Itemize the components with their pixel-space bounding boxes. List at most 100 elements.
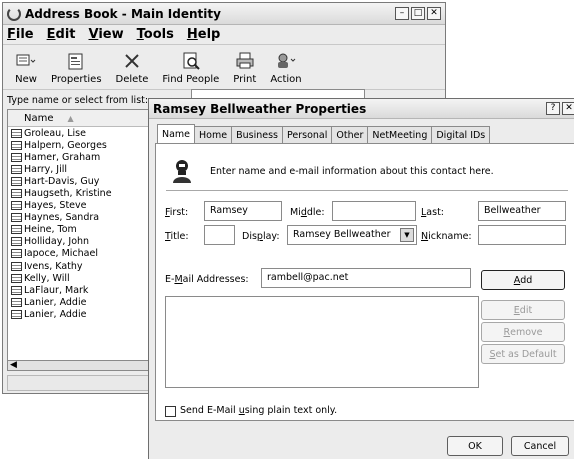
horizontal-scrollbar[interactable]: ◀ [7,360,157,371]
delete-icon [121,51,143,71]
menu-edit[interactable]: Edit [47,27,76,42]
contact-list-item[interactable]: Hamer, Graham [8,151,156,163]
dialog-titlebar[interactable]: Ramsey Bellweather Properties ? ✕ [149,99,574,119]
contact-card-icon [11,237,22,247]
plain-text-checkbox[interactable] [165,406,176,417]
tab-netmeeting[interactable]: NetMeeting [367,126,433,143]
title-label: Title: [165,231,189,242]
remove-email-button[interactable]: Remove [481,322,565,342]
tab-digital-ids[interactable]: Digital IDs [431,126,491,143]
contact-list-item[interactable]: Kelly, Will [8,272,156,284]
contact-name: Kelly, Will [24,272,70,284]
ok-button[interactable]: OK [447,436,503,456]
contact-list-item[interactable]: Ivens, Kathy [8,260,156,272]
properties-button[interactable]: Properties [51,51,102,85]
contact-name: Ivens, Kathy [24,260,83,272]
contact-list-item[interactable]: Lanier, Addie [8,296,156,308]
contact-list-item[interactable]: Hart-Davis, Guy [8,175,156,187]
print-button[interactable]: Print [233,51,256,85]
add-email-button[interactable]: Add [481,270,565,290]
tab-home[interactable]: Home [194,126,233,143]
email-input[interactable]: rambell@pac.net [261,268,471,288]
scroll-left-icon[interactable]: ◀ [10,360,17,370]
address-book-app-icon [7,6,21,21]
name-tab-panel: Enter name and e-mail information about … [155,143,574,421]
minimize-icon[interactable]: – [395,7,409,20]
contact-card-icon [11,249,22,259]
plain-text-label: Send E-Mail using plain text only. [180,405,338,416]
display-select[interactable]: Ramsey Bellweather ▼ [287,225,417,245]
contact-list-item[interactable]: Haugseth, Kristine [8,187,156,199]
address-book-title: Address Book - Main Identity [25,6,221,21]
dialog-close-icon[interactable]: ✕ [562,102,574,115]
first-name-field[interactable]: Ramsey [204,201,282,221]
tab-other[interactable]: Other [331,126,369,143]
title-field[interactable] [204,225,235,245]
contact-name: LaFlaur, Mark [24,284,89,296]
contact-card-icon [11,189,22,199]
menu-help[interactable]: Help [187,27,220,42]
contact-list-item[interactable]: Haynes, Sandra [8,212,156,224]
contact-list-item[interactable]: Hayes, Steve [8,200,156,212]
address-book-titlebar[interactable]: Address Book - Main Identity – □ ✕ [3,3,445,25]
new-button[interactable]: New [15,51,37,85]
email-addresses-label: E-Mail Addresses: [165,274,249,285]
middle-name-field[interactable] [332,201,416,221]
contact-list[interactable]: Name ▲ Groleau, Lise Halpern, Georges Hame… [7,109,157,371]
action-button[interactable]: Action [270,51,302,85]
new-contact-icon [15,51,37,71]
nickname-field[interactable] [478,225,566,245]
contact-name: Holliday, John [24,236,90,248]
contact-list-item[interactable]: Groleau, Lise [8,127,156,139]
menu-file[interactable]: File [7,27,34,42]
menubar: File Edit View Tools Help [3,25,445,44]
tab-name[interactable]: Name [157,124,196,143]
contact-card-icon [11,164,22,174]
contact-card-icon [11,273,22,283]
email-address-list[interactable] [165,296,479,388]
contact-list-item[interactable]: Harry, Jill [8,163,156,175]
contact-card-icon [11,140,22,150]
contact-name: Haugseth, Kristine [24,188,112,200]
contact-card-icon [11,152,22,162]
printer-icon [234,51,256,71]
sort-arrow-icon: ▲ [67,113,74,123]
tab-strip: Name Home Business Personal Other NetMee… [157,124,491,143]
contact-list-item[interactable]: Holliday, John [8,236,156,248]
maximize-icon[interactable]: □ [411,7,425,20]
set-as-default-button[interactable]: Set as Default [481,344,565,364]
contact-name: Hart-Davis, Guy [24,175,100,187]
tab-business[interactable]: Business [231,126,283,143]
help-icon[interactable]: ? [546,102,560,115]
properties-dialog: Ramsey Bellweather Properties ? ✕ Name H… [148,98,574,459]
contact-name: Haynes, Sandra [24,212,100,224]
last-name-field[interactable]: Bellweather [478,201,566,221]
dialog-title: Ramsey Bellweather Properties [153,101,367,116]
contact-card-icon [11,285,22,295]
contact-list-item[interactable]: Iapoce, Michael [8,248,156,260]
tab-personal[interactable]: Personal [282,126,333,143]
name-column-header[interactable]: Name ▲ [8,110,156,127]
contact-list-item[interactable]: Heine, Tom [8,224,156,236]
delete-button[interactable]: Delete [116,51,148,85]
first-label: First: [165,207,189,218]
contact-card-icon [11,309,22,319]
contact-list-item[interactable]: LaFlaur, Mark [8,284,156,296]
edit-email-button[interactable]: Edit [481,300,565,320]
menu-view[interactable]: View [89,27,124,42]
contact-list-item[interactable]: Halpern, Georges [8,139,156,151]
contact-name: Halpern, Georges [24,139,107,151]
close-icon[interactable]: ✕ [427,7,441,20]
contact-card-icon [11,176,22,186]
find-people-button[interactable]: Find People [162,51,219,85]
contact-card-icon [11,128,22,138]
contact-name: Hayes, Steve [24,200,87,212]
properties-icon [65,51,87,71]
cancel-button[interactable]: Cancel [511,436,569,456]
contact-name: Lanier, Addie [24,308,87,320]
chevron-down-icon[interactable]: ▼ [400,228,414,242]
menu-tools[interactable]: Tools [137,27,174,42]
find-people-icon [180,51,202,71]
contact-list-item[interactable]: Lanier, Addie [8,308,156,320]
middle-label: Middle: [290,207,325,218]
